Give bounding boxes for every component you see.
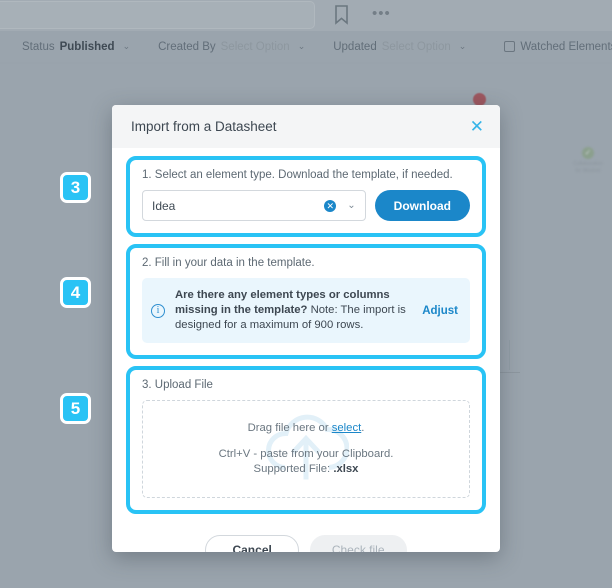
dialog-body: 1. Select an element type. Download the … — [112, 148, 500, 552]
filter-updated-label: Updated — [333, 40, 377, 53]
dropzone-primary-text: Drag file here or select. — [248, 421, 365, 436]
file-dropzone[interactable]: Drag file here or select. Ctrl+V - paste… — [142, 400, 470, 498]
cancel-button[interactable]: Cancel — [205, 535, 299, 552]
dialog-title: Import from a Datasheet — [131, 119, 277, 134]
background-collaboration-widget: ✓ Collaboration for Wisdom — [566, 147, 610, 175]
background-line-segment — [500, 372, 520, 373]
dialog-footer: Cancel Check file — [126, 521, 486, 552]
step-badge-5: 5 — [60, 393, 91, 424]
info-icon: i — [151, 303, 165, 318]
drag-suffix-text: . — [361, 422, 365, 434]
background-tick-mark — [509, 340, 510, 370]
background-divider — [0, 62, 612, 64]
info-panel: i Are there any element types or columns… — [142, 278, 470, 343]
dropzone-clipboard-hint: Ctrl+V - paste from your Clipboard. — [218, 448, 394, 460]
check-badge-icon: ✓ — [582, 147, 594, 159]
step-3-label: 3. Upload File — [142, 379, 213, 391]
import-datasheet-dialog: Import from a Datasheet ✕ 1. Select an e… — [112, 105, 500, 552]
dialog-header: Import from a Datasheet ✕ — [112, 105, 500, 148]
element-type-select[interactable]: Idea ✕ ⌄ — [142, 190, 366, 221]
filter-status-value: Published — [59, 40, 115, 53]
dropzone-supported-file: Supported File: .xlsx — [254, 462, 359, 477]
filter-created-by-label: Created By — [158, 40, 216, 53]
background-filter-bar: Status Published ⌄ Created By Select Opt… — [0, 31, 612, 62]
step-badge-4: 4 — [60, 277, 91, 308]
clear-selection-icon[interactable]: ✕ — [324, 199, 337, 212]
filter-updated-value: Select Option — [381, 40, 451, 53]
step-2-highlight: 2. Fill in your data in the template. i … — [126, 244, 486, 359]
close-icon[interactable]: ✕ — [470, 118, 484, 135]
more-options-icon[interactable]: ••• — [372, 5, 391, 22]
check-file-button: Check file — [309, 535, 407, 552]
widget-line-2: for Wisdom — [575, 168, 601, 174]
element-type-value: Idea — [152, 198, 176, 213]
filter-status-label: Status — [22, 40, 55, 53]
filter-created-by-value: Select Option — [220, 40, 290, 53]
watched-elements-label: Watched Elements only — [520, 40, 612, 53]
chevron-down-icon: ⌄ — [458, 41, 467, 51]
supported-extension: .xlsx — [333, 463, 359, 475]
step-1-highlight: 1. Select an element type. Download the … — [126, 156, 486, 237]
background-search-box[interactable] — [0, 1, 315, 29]
filter-updated[interactable]: Updated Select Option ⌄ — [333, 41, 466, 53]
step-1-controls: Idea ✕ ⌄ Download — [142, 190, 470, 221]
watched-elements-filter[interactable]: Watched Elements only — [504, 41, 612, 53]
drag-prefix-text: Drag file here or — [247, 422, 332, 434]
step-badge-3: 3 — [60, 172, 91, 203]
widget-line-1: Collaboration — [573, 161, 603, 167]
chevron-down-icon: ⌄ — [122, 41, 131, 51]
step-2-label: 2. Fill in your data in the template. — [142, 257, 315, 269]
filter-status[interactable]: Status Published ⌄ — [22, 41, 130, 53]
background-toolbar: ••• — [0, 0, 612, 31]
chevron-down-icon[interactable]: ⌄ — [347, 200, 355, 211]
supported-prefix-text: Supported File: — [253, 463, 334, 475]
bookmark-icon[interactable] — [333, 4, 350, 30]
info-text: Are there any element types or columns m… — [175, 288, 412, 333]
filter-created-by[interactable]: Created By Select Option ⌄ — [158, 41, 305, 53]
adjust-link[interactable]: Adjust — [422, 305, 458, 317]
download-template-button[interactable]: Download — [374, 190, 470, 221]
watched-elements-checkbox[interactable] — [504, 41, 516, 52]
step-1-label: 1. Select an element type. Download the … — [142, 169, 453, 181]
chevron-down-icon: ⌄ — [297, 41, 306, 51]
select-file-link[interactable]: select — [332, 422, 362, 434]
step-3-highlight: 3. Upload File Drag file here or select.… — [126, 366, 486, 514]
